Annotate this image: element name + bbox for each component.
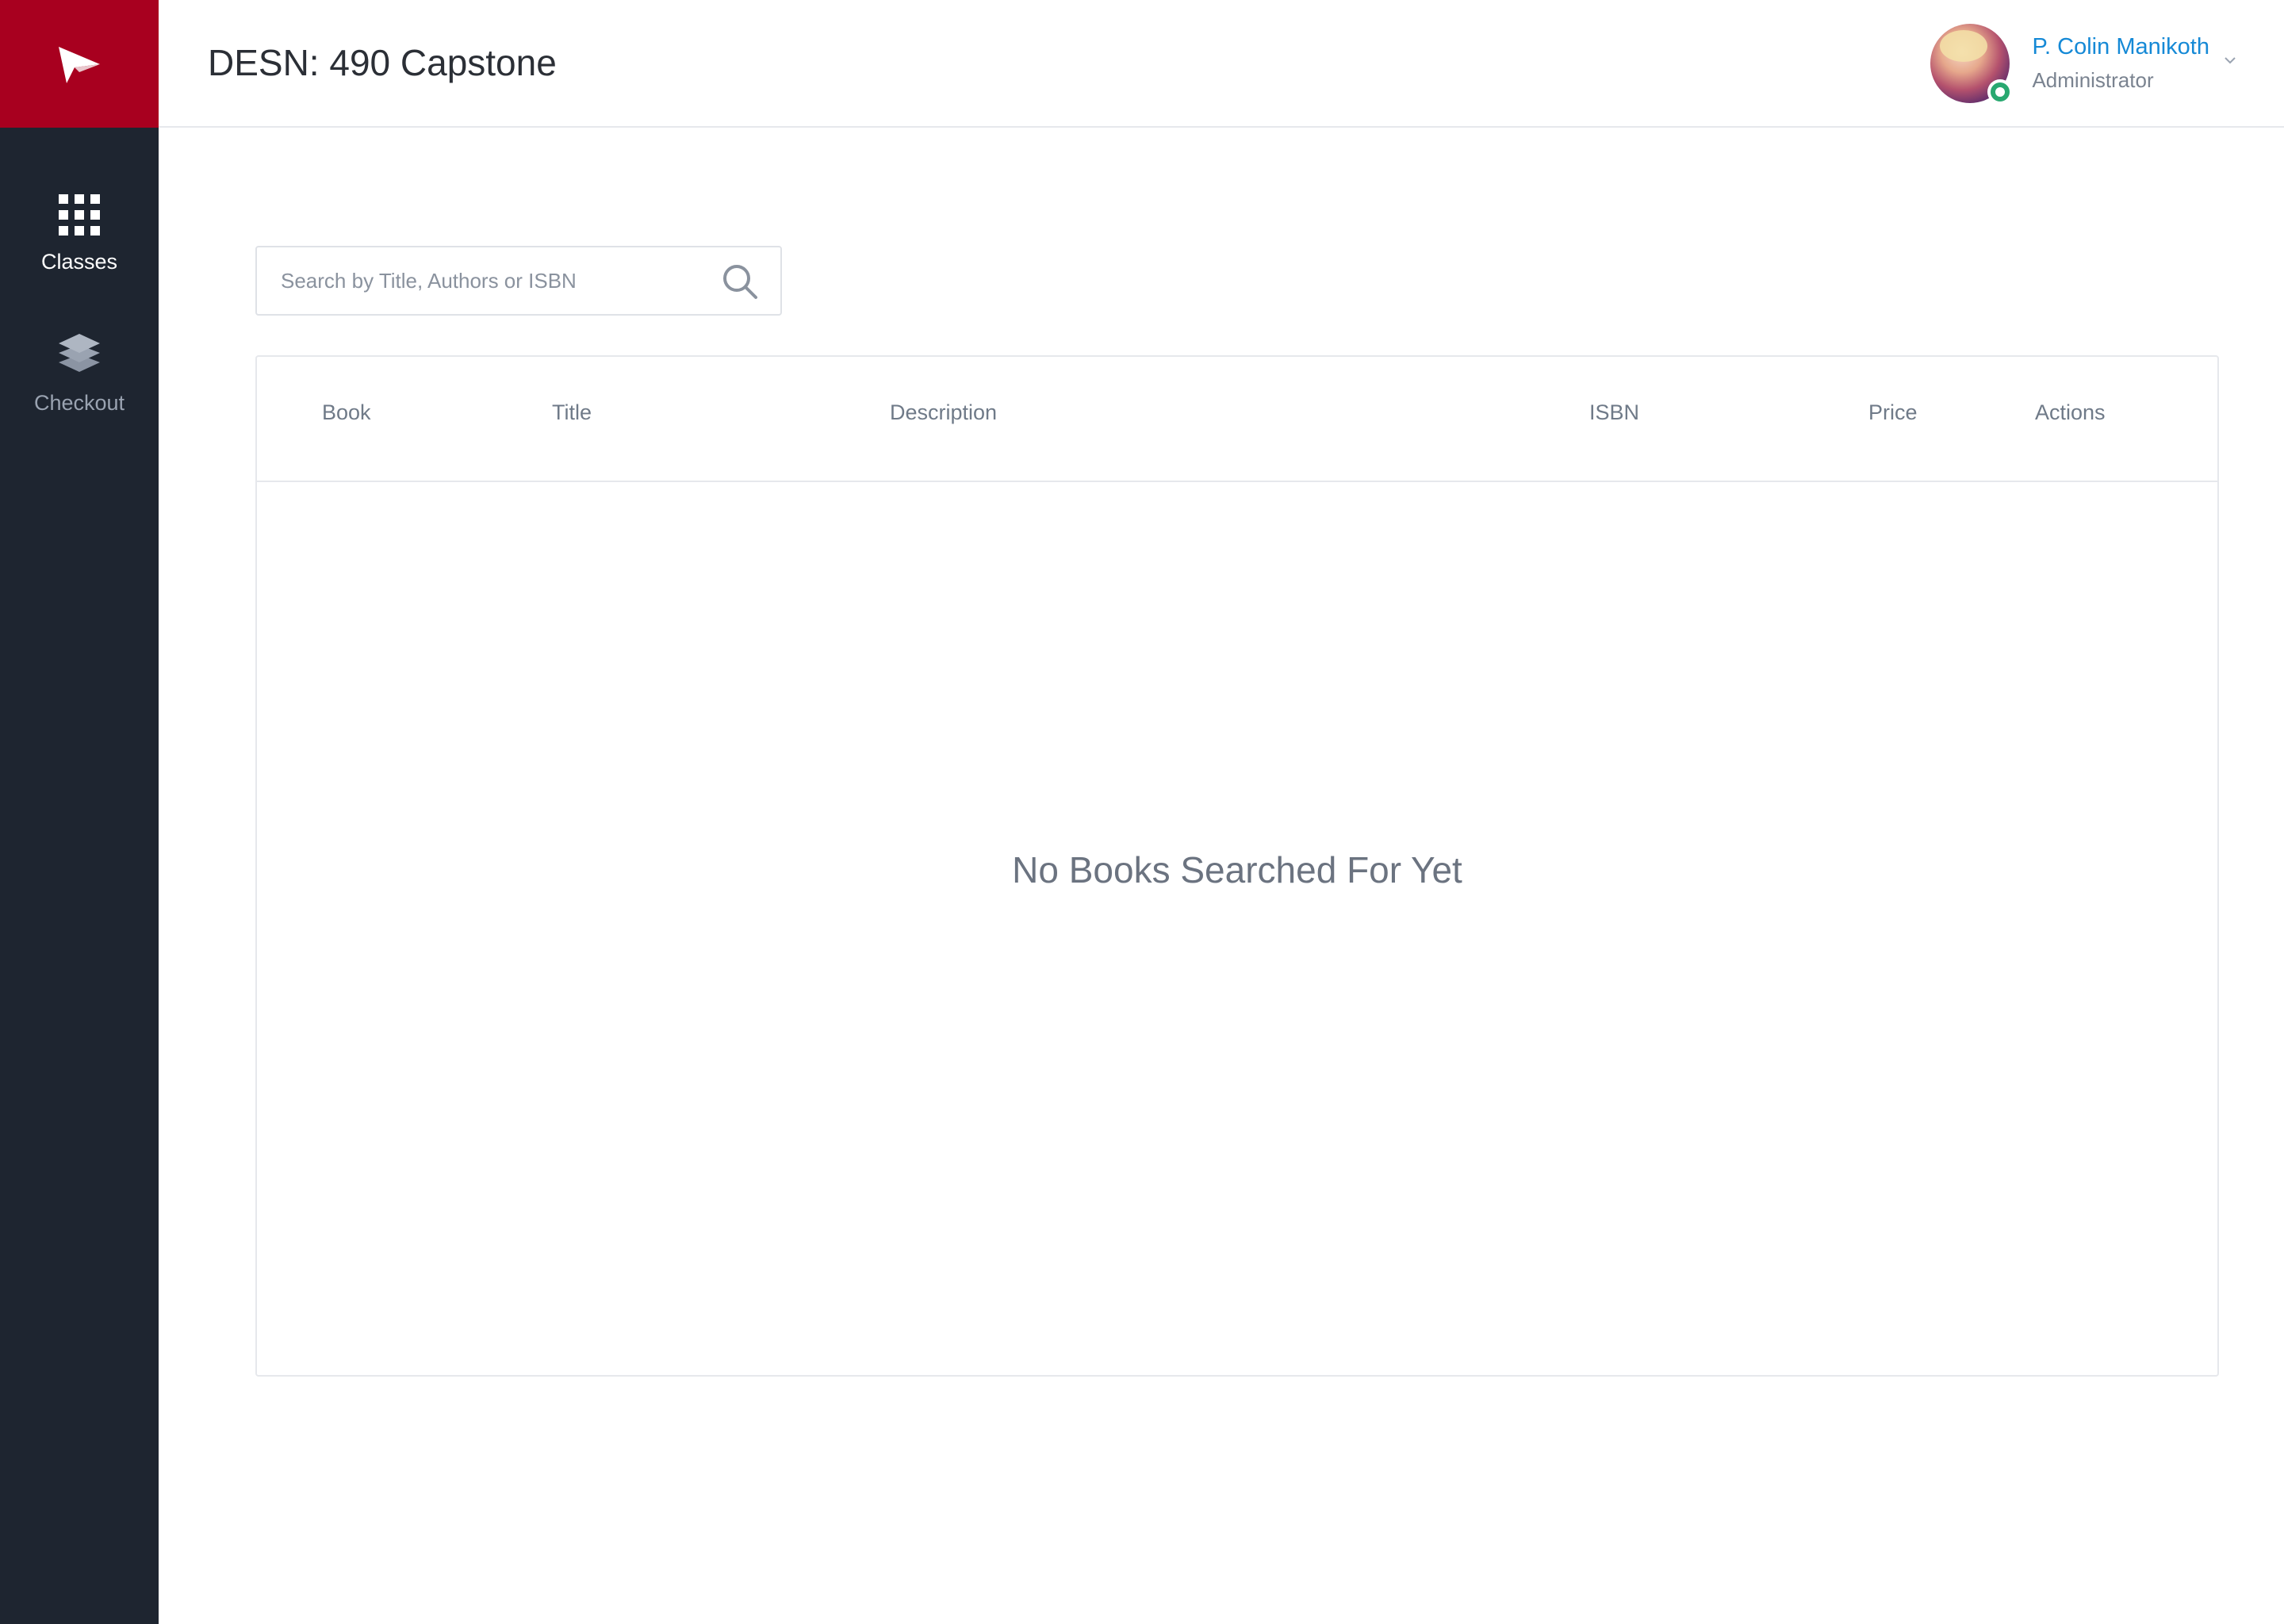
sidebar-item-label: Checkout (33, 390, 125, 415)
user-menu[interactable]: P. Colin Manikoth Administrator (1930, 22, 2236, 105)
sidebar-item-label: Classes (40, 249, 118, 274)
sidebar: Classes Checkout (0, 0, 159, 1624)
column-header-price: Price (1868, 400, 1918, 424)
search-input[interactable] (281, 247, 709, 314)
paper-plane-icon (59, 46, 100, 83)
avatar[interactable] (1930, 24, 2014, 105)
search-icon[interactable] (722, 263, 758, 300)
user-name[interactable]: P. Colin Manikoth (2032, 34, 2209, 60)
column-header-isbn: ISBN (1589, 400, 1640, 424)
column-header-actions: Actions (2035, 400, 2106, 424)
column-header-title: Title (552, 400, 592, 424)
column-header-book: Book (322, 400, 371, 424)
grid-icon (59, 193, 100, 236)
sidebar-item-checkout[interactable]: Checkout (0, 313, 159, 432)
online-status-badge (1987, 79, 2014, 105)
column-header-description: Description (890, 400, 998, 424)
page-title: DESN: 490 Capstone (208, 42, 557, 83)
chevron-down-icon[interactable] (2224, 54, 2236, 67)
search-box (255, 246, 782, 316)
empty-state-message: No Books Searched For Yet (1012, 849, 1462, 891)
books-table: Book Title Description ISBN Price Action… (255, 355, 2219, 1377)
brand-logo[interactable] (0, 0, 159, 128)
top-bar: DESN: 490 Capstone P. Colin Manikoth Adm… (159, 0, 2284, 128)
layers-icon (59, 333, 100, 372)
sidebar-item-classes[interactable]: Classes (0, 174, 159, 293)
user-role: Administrator (2032, 68, 2154, 92)
table-header: Book Title Description ISBN Price Action… (257, 357, 2217, 482)
